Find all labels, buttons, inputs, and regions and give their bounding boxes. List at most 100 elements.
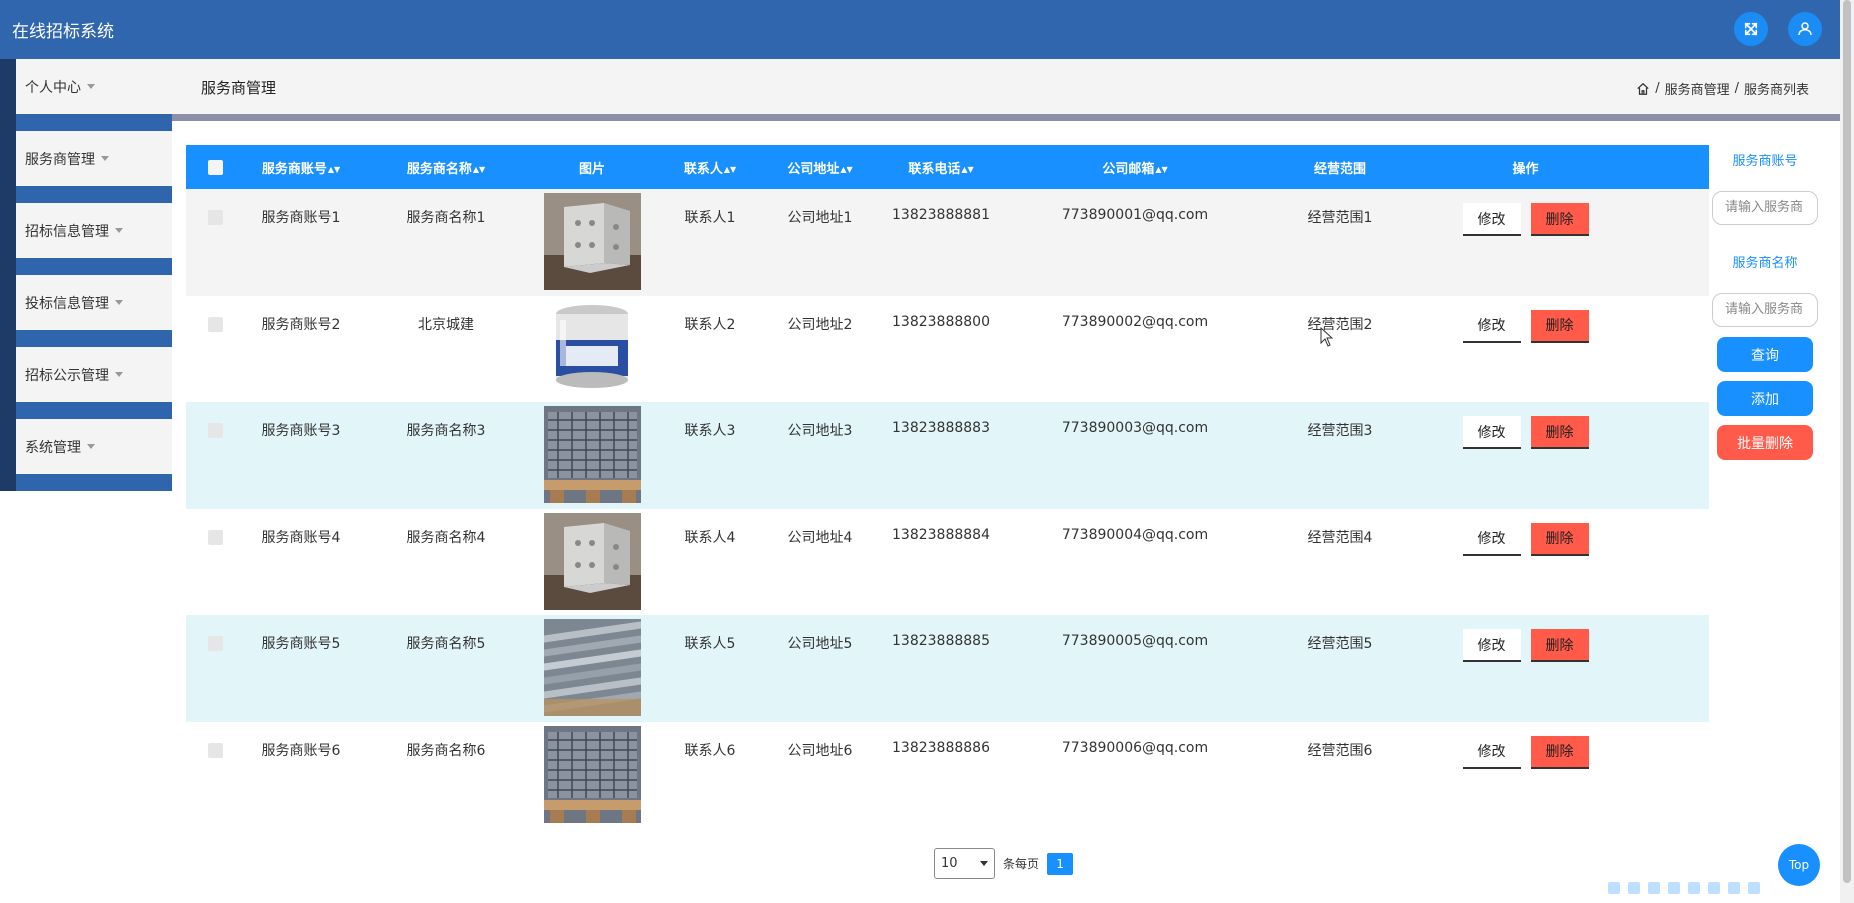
account-search-input[interactable]: 请输入服务商: [1712, 191, 1818, 225]
product-image[interactable]: [543, 512, 641, 610]
column-label: 服务商账号: [261, 161, 327, 177]
delete-button[interactable]: 删除: [1530, 629, 1589, 662]
sidebar-stripe: [0, 419, 16, 491]
product-image[interactable]: [540, 619, 644, 716]
per-page-label: 条每页: [1003, 857, 1040, 871]
sidebar-item-bid-info[interactable]: 投标信息管理: [0, 275, 172, 347]
column-header-phone[interactable]: 联系电话▲▼: [870, 158, 1012, 177]
cell-address: 公司地址3: [787, 423, 853, 439]
cell-actions: 修改 删除: [1422, 722, 1629, 769]
sidebar-item-personal-center[interactable]: 个人中心: [0, 59, 172, 131]
product-image[interactable]: [543, 299, 641, 397]
column-label: 图片: [578, 161, 605, 177]
table-header: 服务商账号▲▼ 服务商名称▲▼ 图片 联系人▲▼ 公司地址▲▼ 联系电话▲▼ 公…: [186, 145, 1709, 189]
add-button[interactable]: 添加: [1717, 381, 1813, 416]
product-image[interactable]: [543, 406, 641, 503]
page-number-current[interactable]: 1: [1047, 852, 1074, 875]
back-to-top-button[interactable]: Top: [1778, 844, 1820, 886]
column-header-email[interactable]: 公司邮箱▲▼: [1012, 158, 1258, 177]
fullscreen-button[interactable]: [1734, 12, 1768, 46]
ime-icon: [1748, 882, 1760, 894]
sidebar-stripe: [0, 131, 16, 203]
product-image[interactable]: [543, 725, 641, 823]
edit-button[interactable]: 修改: [1462, 416, 1521, 449]
column-header-account[interactable]: 服务商账号▲▼: [244, 158, 358, 177]
top-header: 在线招标系统: [0, 0, 1840, 59]
cell-email: 773890001@qq.com: [1061, 207, 1209, 223]
cell-name: 服务商名称4: [406, 529, 486, 546]
sort-icon: ▲▼: [961, 164, 974, 174]
mouse-cursor-icon: [1320, 327, 1334, 347]
edit-button[interactable]: 修改: [1462, 203, 1521, 236]
edit-button[interactable]: 修改: [1462, 735, 1521, 769]
sidebar-item-tender-announcement[interactable]: 招标公示管理: [0, 347, 172, 419]
query-button[interactable]: 查询: [1717, 337, 1813, 372]
batch-delete-button[interactable]: 批量删除: [1717, 425, 1813, 460]
edit-button[interactable]: 修改: [1462, 522, 1521, 556]
sidebar-item-label: 投标信息管理: [25, 295, 109, 312]
vertical-scrollbar[interactable]: [1840, 0, 1854, 903]
column-header-address[interactable]: 公司地址▲▼: [770, 158, 870, 177]
scrollbar-thumb[interactable]: [1843, 0, 1851, 883]
app-title: 在线招标系统: [12, 22, 114, 42]
table-row: 服务商账号4 服务商名称4 联系人4 公司地址4 13823888884 773…: [186, 508, 1709, 615]
breadcrumb-item: 服务商列表: [1743, 83, 1809, 98]
row-checkbox[interactable]: [207, 423, 223, 438]
breadcrumb-item[interactable]: 服务商管理: [1665, 79, 1730, 98]
action-group: 修改 删除: [1422, 629, 1629, 662]
column-header-name[interactable]: 服务商名称▲▼: [358, 158, 534, 177]
header-checkbox-cell: [186, 159, 244, 175]
column-label: 操作: [1512, 161, 1539, 177]
row-checkbox[interactable]: [207, 210, 223, 225]
cell-name: 服务商名称1: [406, 210, 486, 226]
header-actions: [1734, 12, 1822, 46]
sort-icon: ▲▼: [723, 164, 737, 174]
table-row: 服务商账号3 服务商名称3 联系人3 公司地址3 13823888883 773…: [186, 402, 1709, 509]
cell-image: [534, 722, 650, 827]
account-search-label: 服务商账号: [1732, 154, 1798, 169]
column-header-actions: 操作: [1422, 158, 1629, 177]
edit-button[interactable]: 修改: [1462, 629, 1521, 662]
cell-address: 公司地址5: [787, 636, 853, 652]
cell-phone: 13823888883: [892, 420, 990, 436]
cell-account: 服务商账号3: [261, 423, 341, 439]
delete-button[interactable]: 删除: [1530, 203, 1589, 236]
delete-button[interactable]: 删除: [1530, 522, 1589, 556]
product-image[interactable]: [543, 193, 641, 290]
ime-icon: [1728, 882, 1740, 894]
sidebar-item-system[interactable]: 系统管理: [0, 419, 172, 491]
page-size-select[interactable]: 10: [934, 848, 995, 879]
name-search-input[interactable]: 请输入服务商: [1712, 293, 1818, 327]
row-checkbox[interactable]: [207, 529, 223, 545]
row-checkbox[interactable]: [207, 316, 223, 332]
cell-account: 服务商账号4: [261, 529, 341, 546]
row-checkbox[interactable]: [207, 636, 223, 651]
edit-button[interactable]: 修改: [1462, 309, 1521, 343]
cell-actions: 修改 删除: [1422, 509, 1629, 556]
breadcrumb: / 服务商管理 / 服务商列表: [1636, 79, 1809, 98]
delete-button[interactable]: 删除: [1530, 735, 1589, 769]
select-all-checkbox[interactable]: [207, 159, 223, 175]
caret-down-icon: [87, 84, 95, 89]
cell-name: 服务商名称5: [406, 636, 486, 652]
delete-button[interactable]: 删除: [1530, 416, 1589, 449]
cell-scope: 经营范围4: [1307, 529, 1373, 546]
column-header-contact[interactable]: 联系人▲▼: [650, 158, 770, 177]
cell-name: 服务商名称3: [406, 423, 486, 439]
user-button[interactable]: [1788, 12, 1822, 46]
cell-scope: 经营范围6: [1307, 742, 1373, 759]
page-title: 服务商管理: [201, 79, 277, 97]
name-search-label: 服务商名称: [1732, 256, 1798, 271]
column-label: 联系电话: [908, 161, 961, 177]
caret-down-icon: [87, 444, 95, 449]
sidebar-item-service-provider[interactable]: 服务商管理: [0, 131, 172, 203]
action-group: 修改 删除: [1422, 416, 1629, 449]
cell-phone: 13823888884: [892, 526, 990, 543]
sidebar-item-tender-info[interactable]: 招标信息管理: [0, 203, 172, 275]
column-label: 联系人: [683, 161, 723, 177]
delete-button[interactable]: 删除: [1530, 309, 1589, 343]
column-header-image: 图片: [534, 158, 650, 177]
row-checkbox[interactable]: [207, 742, 223, 758]
home-icon[interactable]: [1636, 82, 1650, 96]
